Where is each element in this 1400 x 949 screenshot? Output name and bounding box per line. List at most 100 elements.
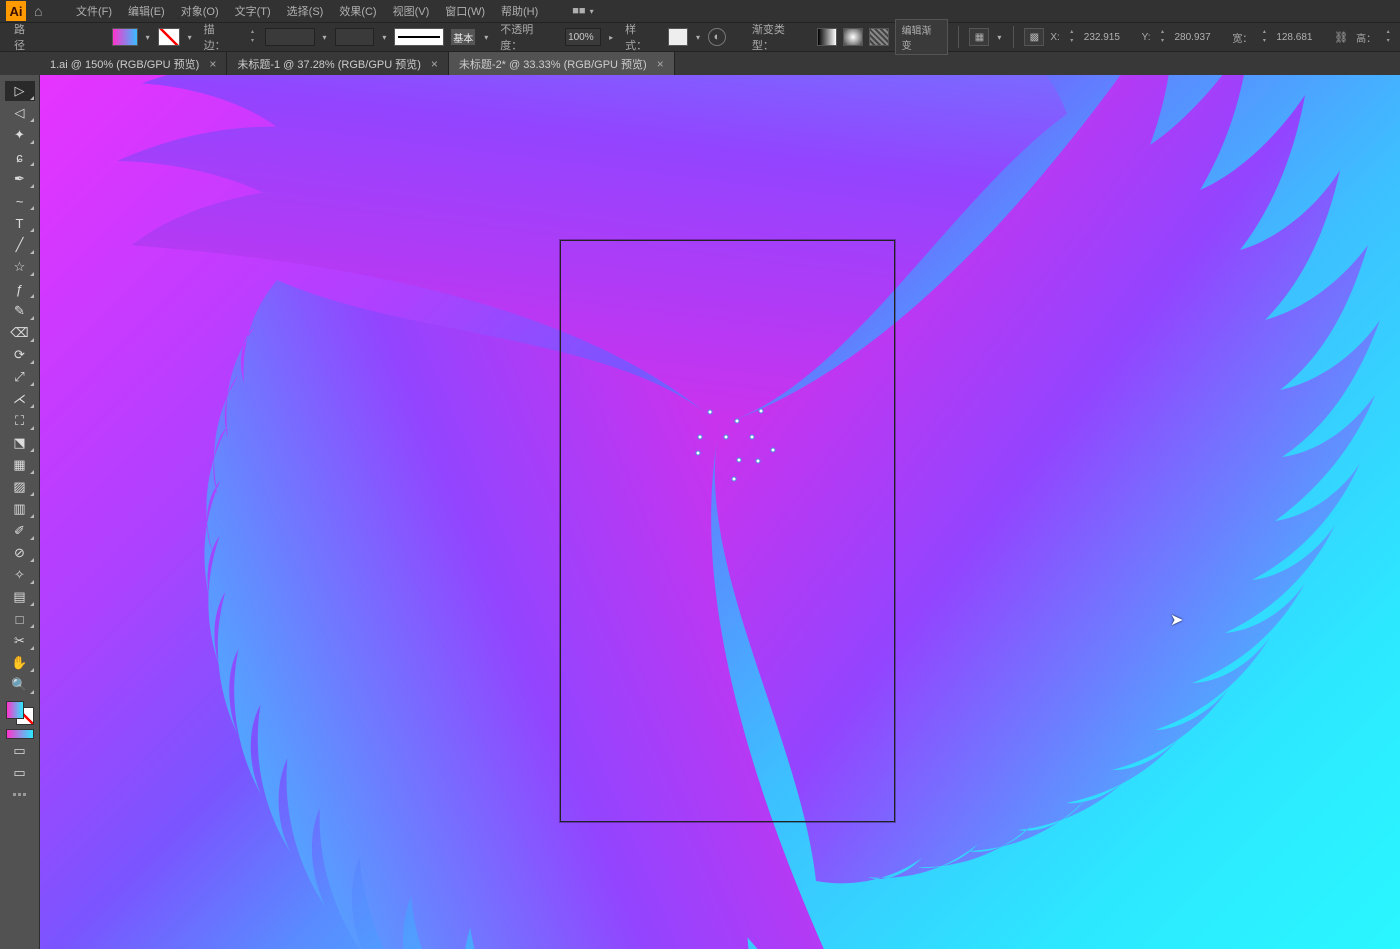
menu-edit[interactable]: 编辑(E): [120, 3, 173, 19]
line-tool[interactable]: ╱: [5, 235, 35, 255]
opacity-label: 不透明度：: [496, 21, 559, 53]
eraser-tool[interactable]: ⌫: [5, 323, 35, 343]
tab-label: 1.ai @ 150% (RGB/GPU 预览): [50, 56, 199, 72]
close-icon[interactable]: ×: [209, 57, 216, 71]
cursor-icon: ➤: [1170, 610, 1183, 630]
align-button[interactable]: ▦: [969, 28, 989, 46]
x-stepper[interactable]: ▴▾: [1066, 28, 1078, 46]
slice-tool[interactable]: ✂: [5, 631, 35, 651]
y-value[interactable]: 280.937: [1175, 32, 1227, 43]
chevron-down-icon[interactable]: ▾: [380, 33, 388, 42]
selection-tool[interactable]: ▷: [5, 81, 35, 101]
gradient-tool[interactable]: ▥: [5, 499, 35, 519]
eyedropper-tool[interactable]: ✐: [5, 521, 35, 541]
brush-definition[interactable]: [394, 28, 444, 46]
chevron-down-icon[interactable]: ▾: [694, 33, 702, 42]
free-transform-tool[interactable]: ⛶: [5, 411, 35, 431]
edit-gradient-button[interactable]: 编辑渐变: [895, 19, 949, 55]
fill-swatch[interactable]: [112, 28, 138, 46]
width-value[interactable]: 128.681: [1276, 32, 1328, 43]
tab-label: 未标题-2* @ 33.33% (RGB/GPU 预览): [459, 56, 647, 72]
y-label: Y:: [1142, 32, 1151, 43]
pencil-tool[interactable]: ✎: [5, 301, 35, 321]
close-icon[interactable]: ×: [431, 57, 438, 71]
chevron-down-icon[interactable]: ▾: [482, 33, 490, 42]
document-tab-1[interactable]: 1.ai @ 150% (RGB/GPU 预览) ×: [40, 52, 227, 75]
home-icon[interactable]: ⌂: [34, 3, 54, 19]
recolor-artwork-icon[interactable]: ◐: [708, 28, 726, 46]
hand-tool[interactable]: ✋: [5, 653, 35, 673]
width-tool[interactable]: ⋌: [5, 389, 35, 409]
menu-effect[interactable]: 效果(C): [331, 3, 384, 19]
radial-gradient-button[interactable]: [843, 28, 863, 46]
stroke-stepper[interactable]: ▴▾: [247, 28, 259, 46]
menu-window[interactable]: 窗口(W): [437, 3, 493, 19]
menu-select[interactable]: 选择(S): [279, 3, 332, 19]
document-tab-2[interactable]: 未标题-1 @ 37.28% (RGB/GPU 预览) ×: [227, 52, 449, 75]
menu-type[interactable]: 文字(T): [227, 3, 279, 19]
artboard-tool[interactable]: □: [5, 609, 35, 629]
draw-mode-normal[interactable]: ▭: [5, 741, 35, 761]
shape-builder-tool[interactable]: ⬔: [5, 433, 35, 453]
app-logo: Ai: [6, 1, 26, 21]
pen-tool[interactable]: ✒: [5, 169, 35, 189]
document-tab-3[interactable]: 未标题-2* @ 33.33% (RGB/GPU 预览) ×: [449, 52, 675, 75]
stroke-swatch[interactable]: [158, 28, 180, 46]
scale-tool[interactable]: ⤢: [5, 367, 35, 387]
graphic-style-swatch[interactable]: [668, 28, 688, 46]
workspace-switcher[interactable]: ■■ ▾: [566, 5, 599, 17]
shape-tool[interactable]: ☆: [5, 257, 35, 277]
brush-basic-label: 基本: [450, 28, 476, 46]
fill-color-swatch[interactable]: [6, 701, 24, 719]
rotate-tool[interactable]: ⟳: [5, 345, 35, 365]
transform-button[interactable]: ▩: [1024, 28, 1044, 46]
chevron-down-icon[interactable]: ▾: [995, 33, 1003, 42]
blend-tool[interactable]: ⊘: [5, 543, 35, 563]
height-label: 高：: [1356, 30, 1376, 45]
stroke-weight-input[interactable]: [265, 28, 315, 46]
magic-wand-tool[interactable]: ✦: [5, 125, 35, 145]
canvas-area[interactable]: ➤: [40, 75, 1400, 949]
style-label: 样式：: [621, 21, 662, 53]
menu-help[interactable]: 帮助(H): [493, 3, 546, 19]
chevron-right-icon[interactable]: ▸: [607, 33, 615, 42]
height-stepper[interactable]: ▴▾: [1382, 28, 1394, 46]
tools-panel: ▷◁✦ɕ✒~T╱☆ƒ✎⌫⟳⤢⋌⛶⬔▦▨▥✐⊘✧▤□✂✋🔍 ▭▭: [0, 75, 40, 949]
selection-type-label: 路径: [10, 21, 40, 53]
edit-toolbar-icon[interactable]: [6, 793, 34, 796]
y-stepper[interactable]: ▴▾: [1157, 28, 1169, 46]
stroke-weight-label: 描边：: [200, 21, 241, 53]
stroke-dropdown-caret[interactable]: ▾: [186, 33, 194, 42]
zoom-tool[interactable]: 🔍: [5, 675, 35, 695]
width-stepper[interactable]: ▴▾: [1258, 28, 1270, 46]
chevron-down-icon: ▾: [590, 7, 594, 16]
perspective-grid-tool[interactable]: ▦: [5, 455, 35, 475]
type-tool[interactable]: T: [5, 213, 35, 233]
menu-file[interactable]: 文件(F): [68, 3, 120, 19]
column-graph-tool[interactable]: ▤: [5, 587, 35, 607]
direct-selection-tool[interactable]: ◁: [5, 103, 35, 123]
mesh-tool[interactable]: ▨: [5, 477, 35, 497]
screen-mode[interactable]: ▭: [5, 763, 35, 783]
opacity-input[interactable]: [565, 28, 601, 46]
linear-gradient-button[interactable]: [817, 28, 837, 46]
x-label: X:: [1050, 32, 1059, 43]
symbol-sprayer-tool[interactable]: ✧: [5, 565, 35, 585]
link-wh-icon[interactable]: ⛓: [1334, 31, 1350, 44]
fill-stroke-swatches[interactable]: [6, 701, 34, 725]
gradient-strip[interactable]: [6, 729, 34, 739]
fill-dropdown-caret[interactable]: ▾: [144, 33, 152, 42]
gradient-type-label: 渐变类型：: [748, 21, 811, 53]
x-value[interactable]: 232.915: [1084, 32, 1136, 43]
close-icon[interactable]: ×: [657, 57, 664, 71]
curvature-tool[interactable]: ~: [5, 191, 35, 211]
variable-width-profile[interactable]: [335, 28, 375, 46]
freeform-gradient-button[interactable]: [869, 28, 889, 46]
menu-object[interactable]: 对象(O): [173, 3, 227, 19]
lasso-tool[interactable]: ɕ: [5, 147, 35, 167]
menu-view[interactable]: 视图(V): [385, 3, 438, 19]
tab-label: 未标题-1 @ 37.28% (RGB/GPU 预览): [237, 56, 421, 72]
paintbrush-tool[interactable]: ƒ: [5, 279, 35, 299]
width-label: 宽：: [1232, 30, 1252, 45]
chevron-down-icon[interactable]: ▾: [321, 33, 329, 42]
